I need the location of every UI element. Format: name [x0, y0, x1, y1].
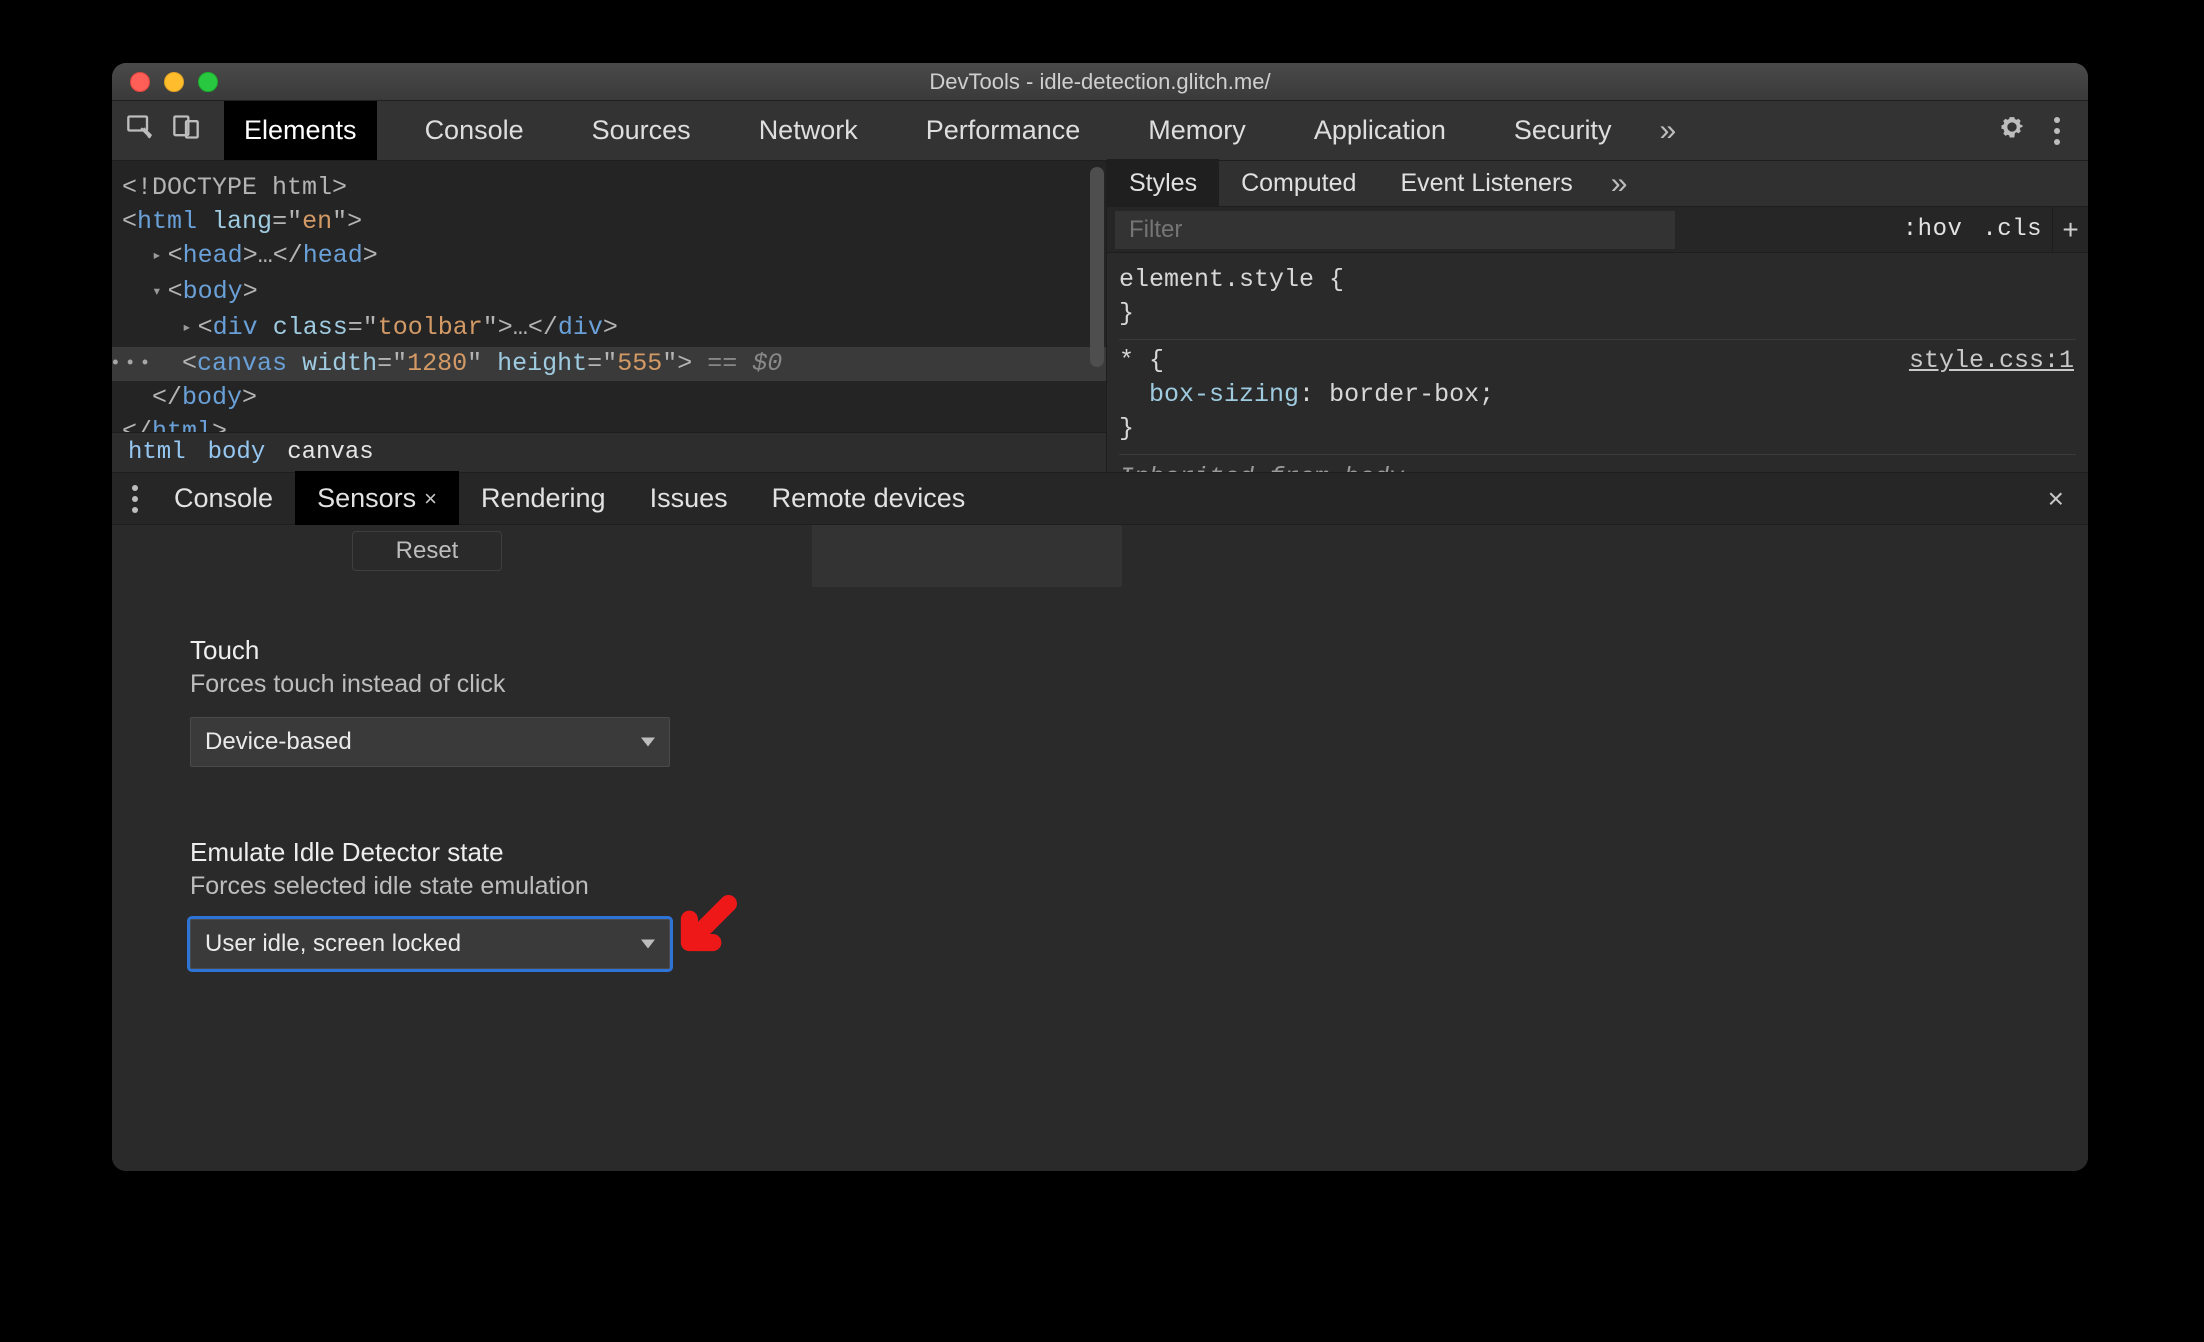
hov-toggle[interactable]: :hov [1893, 216, 1973, 243]
idle-desc: Forces selected idle state emulation [190, 872, 2010, 901]
tab-network[interactable]: Network [739, 101, 878, 160]
rule-source-link[interactable]: style.css:1 [1909, 344, 2074, 378]
breadcrumb-body[interactable]: body [208, 439, 266, 466]
dom-line[interactable]: <html lang="en"> [122, 205, 1098, 239]
idle-state-select[interactable]: User idle, screen locked [190, 919, 670, 969]
idle-state-select-value: User idle, screen locked [205, 930, 461, 958]
breadcrumb-html[interactable]: html [128, 439, 186, 466]
subtab-styles[interactable]: Styles [1107, 159, 1219, 208]
inherited-from-label: Inherited from body [1119, 455, 2076, 472]
breadcrumb-canvas[interactable]: canvas [287, 439, 373, 466]
touch-title: Touch [190, 635, 2010, 666]
drawer-tab-console[interactable]: Console [152, 471, 295, 526]
cls-toggle[interactable]: .cls [1972, 216, 2052, 243]
traffic-lights [112, 72, 218, 92]
idle-title: Emulate Idle Detector state [190, 837, 2010, 868]
tab-console[interactable]: Console [405, 101, 544, 160]
css-rule[interactable]: * { box-sizing: border-box;}style.css:1 [1119, 340, 2076, 455]
main-toolbar: Elements Console Sources Network Perform… [112, 101, 2088, 161]
css-rule[interactable]: element.style {} [1119, 259, 2076, 340]
touch-desc: Forces touch instead of click [190, 670, 2010, 699]
drawer-tabs: Console Sensors× Rendering Issues Remote… [112, 473, 2088, 525]
tab-elements[interactable]: Elements [224, 101, 377, 160]
close-sensors-tab-icon[interactable]: × [424, 486, 437, 512]
styles-tabs: Styles Computed Event Listeners » [1107, 161, 2088, 207]
subtab-computed[interactable]: Computed [1219, 159, 1378, 208]
drawer-tab-sensors[interactable]: Sensors× [295, 471, 459, 526]
minimize-window-button[interactable] [164, 72, 184, 92]
style-rules[interactable]: element.style {}* { box-sizing: border-b… [1107, 253, 2088, 472]
touch-select[interactable]: Device-based [190, 717, 670, 767]
dom-line[interactable]: <!DOCTYPE html> [122, 171, 1098, 205]
zoom-window-button[interactable] [198, 72, 218, 92]
main-tabs-overflow-icon[interactable]: » [1659, 114, 1676, 148]
touch-select-value: Device-based [205, 728, 352, 756]
window-title: DevTools - idle-detection.glitch.me/ [112, 69, 2088, 95]
settings-gear-icon[interactable] [1998, 113, 2026, 148]
drawer-tab-rendering[interactable]: Rendering [459, 471, 628, 526]
elements-split: <!DOCTYPE html><html lang="en"> ▸<head>…… [112, 161, 2088, 473]
dom-line[interactable]: <canvas width="1280" height="555"> == $0 [112, 347, 1106, 381]
new-style-rule-button[interactable]: + [2052, 207, 2088, 252]
inspect-element-icon[interactable] [126, 113, 154, 148]
tab-security[interactable]: Security [1494, 101, 1632, 160]
main-tabs: Elements Console Sources Network Perform… [224, 101, 1676, 160]
dom-line[interactable]: </body> [122, 381, 1098, 415]
dom-scrollbar[interactable] [1090, 167, 1104, 367]
drawer-tab-remote[interactable]: Remote devices [750, 471, 988, 526]
tab-sources[interactable]: Sources [572, 101, 711, 160]
dom-tree[interactable]: <!DOCTYPE html><html lang="en"> ▸<head>…… [112, 161, 1106, 472]
dom-line[interactable]: ▸<div class="toolbar">…</div> [122, 311, 1098, 347]
drawer-tab-issues[interactable]: Issues [628, 471, 750, 526]
orientation-preview-slab [812, 525, 1122, 587]
close-window-button[interactable] [130, 72, 150, 92]
subtab-event-listeners[interactable]: Event Listeners [1378, 159, 1594, 208]
styles-filterbar: :hov .cls + [1107, 207, 2088, 253]
tab-performance[interactable]: Performance [906, 101, 1101, 160]
devtools-window: DevTools - idle-detection.glitch.me/ Ele… [112, 63, 2088, 1171]
dom-line[interactable]: ▾<body> [122, 275, 1098, 311]
titlebar: DevTools - idle-detection.glitch.me/ [112, 63, 2088, 101]
sensors-body: Reset Touch Forces touch instead of clic… [112, 525, 2088, 1171]
annotation-red-arrow-icon [666, 888, 744, 971]
drawer-close-icon[interactable]: × [2030, 483, 2082, 515]
more-menu-icon[interactable] [2050, 113, 2064, 149]
styles-filter-input[interactable] [1115, 211, 1675, 249]
styles-panel: Styles Computed Event Listeners » :hov .… [1106, 161, 2088, 472]
tab-application[interactable]: Application [1294, 101, 1466, 160]
styles-tabs-overflow-icon[interactable]: » [1611, 167, 1628, 201]
device-toolbar-icon[interactable] [172, 113, 200, 148]
drawer: Console Sensors× Rendering Issues Remote… [112, 473, 2088, 1171]
orientation-reset-button[interactable]: Reset [352, 531, 502, 571]
drawer-more-icon[interactable] [118, 485, 152, 513]
dom-breadcrumb: html body canvas [112, 432, 1106, 472]
dom-line[interactable]: ▸<head>…</head> [122, 239, 1098, 275]
tab-memory[interactable]: Memory [1128, 101, 1266, 160]
